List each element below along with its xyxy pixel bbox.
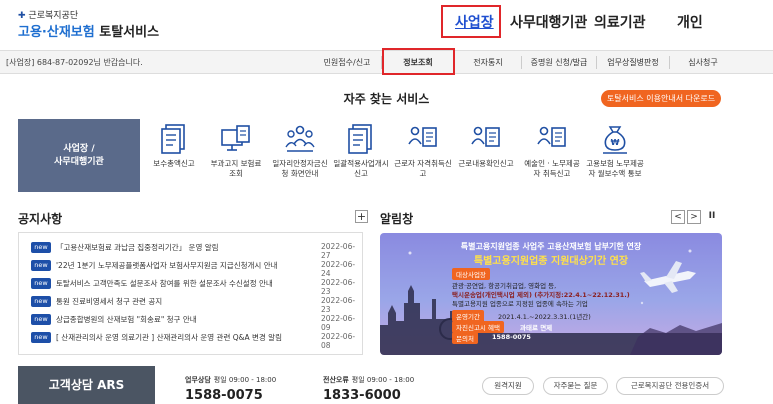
notice-row[interactable]: new 상급종합병원의 산재보험 "회송료" 청구 안내 2022-06-09 (31, 312, 361, 332)
notice-row[interactable]: new [ 산재관리의사 운영 의료기관 ] 산재관리의사 운영 관련 Q&A 변… (31, 330, 361, 350)
service-tile[interactable]: 근로내용확인신고 (455, 119, 517, 192)
service-tile[interactable]: ₩ 고용보험 노무제공자 월보수액 통보 (584, 119, 646, 192)
service-label: 고용보험 노무제공자 월보수액 통보 (586, 159, 644, 178)
subnav-certificate[interactable]: 증명원 신청/발급 (522, 57, 596, 68)
highlight-box-topnav (441, 5, 501, 38)
banner-inquiry-text: 1588-0075 (492, 333, 531, 341)
contact-2-number: 1833-6000 (323, 388, 401, 403)
new-badge: new (31, 260, 51, 271)
person-document-icon (455, 122, 517, 156)
money-bag-icon: ₩ (584, 122, 646, 156)
pause-icon[interactable]: II (705, 210, 719, 224)
notice-row[interactable]: new 토탈서비스 고객만족도 설문조사 참여를 위한 설문조사 수신설정 안내 2… (31, 276, 361, 296)
banner-headline-2: 특별고용지원업종 지원대상기간 연장 (473, 256, 629, 267)
service-label: 보수총액신고 (153, 159, 195, 168)
alarm-banner[interactable]: 특별고용지원업종 사업주 고용산재보험 납부기한 연장 특별고용지원업종 지원대… (380, 233, 722, 355)
banner-target-label: 대상사업장 (452, 268, 490, 280)
topnav-medical[interactable]: 의료기관 (594, 12, 646, 32)
contact-1-number: 1588-0075 (185, 388, 263, 403)
notice-title[interactable]: '22년 1분기 노무제공플랫폼사업자 보험사무지원금 지급신청개시 안내 (56, 260, 278, 271)
service-tile[interactable]: 보수총액신고 (143, 119, 205, 192)
notice-row[interactable]: new 통원 진료비영세서 청구 관련 공지 2022-06-23 (31, 294, 361, 314)
notice-title[interactable]: 상급종합병원의 산재보험 "회송료" 청구 안내 (56, 314, 197, 325)
service-tile[interactable]: 일자리안정자금신청 화면안내 (269, 119, 331, 192)
service-label: 근로내용확인신고 (458, 159, 514, 168)
notice-date: 2022-06-08 (321, 332, 356, 350)
notice-title[interactable]: 「고용산재보험료 과납금 집중정리기간」 운영 알림 (56, 242, 219, 253)
service-label: 일괄적용사업개시신고 (333, 159, 389, 178)
people-group-icon (269, 122, 331, 156)
notice-title[interactable]: 토탈서비스 고객만족도 설문조사 참여를 위한 설문조사 수신설정 안내 (56, 278, 273, 289)
next-arrow-icon[interactable]: > (687, 210, 701, 224)
banner-headline-1: 특별고용지원업종 사업주 고용산재보험 납부기한 연장 (460, 242, 642, 251)
ars-label: 고객상담 ARS (18, 366, 155, 404)
faq-button[interactable]: 자주묻는 질문 (543, 377, 608, 395)
notice-list: new 「고용산재보험료 과납금 집중정리기간」 운영 알림 2022-06-27 n… (18, 232, 363, 355)
subnav-disease-judgment[interactable]: 업무상질병판정 (597, 57, 669, 68)
notices-title: 공지사항 (18, 212, 63, 226)
banner-inquiry-label: 문의처 (452, 332, 478, 344)
remote-support-button[interactable]: 원격지원 (482, 377, 534, 395)
highlight-box-subnav (382, 48, 455, 75)
service-tile[interactable]: 부과고지 보험료 조회 (205, 119, 267, 192)
prev-arrow-icon[interactable]: < (671, 210, 685, 224)
banner-benefit-text: 과태료 면제 (520, 324, 553, 332)
banner-target-text-3: 특별고용지원 업종으로 지정된 업종에 속하는 기업 (452, 300, 588, 308)
contact-2-label: 전산오류 평일 09:00 - 18:00 (323, 376, 415, 384)
service-label: 예술인 · 노무제공자 취득신고 (524, 159, 580, 178)
monitor-document-icon (205, 122, 267, 156)
alarm-title: 알림창 (380, 212, 414, 226)
new-badge: new (31, 242, 51, 253)
subnav-e-notice[interactable]: 전자통지 (455, 57, 521, 68)
greeting-text: [사업장] 684-87-02092님 반갑습니다. (6, 58, 143, 67)
org-name: 근로복지공단 (28, 11, 79, 21)
notice-title[interactable]: 통원 진료비영세서 청구 관련 공지 (56, 296, 162, 307)
person-document-icon (392, 122, 454, 156)
notice-row[interactable]: new '22년 1분기 노무제공플랫폼사업자 보험사무지원금 지급신청개시 안내… (31, 258, 361, 278)
site-title[interactable]: 고용·산재보험 토탈서비스 (18, 21, 159, 40)
service-label: 일자리안정자금신청 화면안내 (272, 159, 328, 178)
notices-more-button[interactable]: + (355, 210, 368, 223)
svg-text:₩: ₩ (611, 138, 620, 147)
document-list-icon (330, 122, 392, 156)
logo-mark-icon: ✚ (18, 11, 26, 21)
guide-download-button[interactable]: 토탈서비스 이용안내서 다운로드 (601, 90, 721, 107)
banner-period-text: 2021.4.1.~2022.3.31.(1년간) (498, 313, 591, 321)
new-badge: new (31, 332, 51, 343)
service-tile[interactable]: 예술인 · 노무제공자 취득신고 (521, 119, 583, 192)
side-panel-business: 사업장 / 사무대행기관 (18, 119, 140, 192)
notice-title[interactable]: [ 산재관리의사 운영 의료기관 ] 산재관리의사 운영 관련 Q&A 변경 알… (56, 332, 282, 343)
org-logo[interactable]: ✚ 근로복지공단 (18, 8, 78, 21)
topnav-personal[interactable]: 개인 (677, 12, 703, 32)
new-badge: new (31, 278, 51, 289)
service-tile[interactable]: 근로자 자격취득신고 (392, 119, 454, 192)
new-badge: new (31, 296, 51, 307)
person-document-icon (521, 122, 583, 156)
service-label: 부과고지 보험료 조회 (210, 159, 262, 178)
notice-row[interactable]: new 「고용산재보험료 과납금 집중정리기간」 운영 알림 2022-06-27 (31, 240, 361, 260)
service-tile[interactable]: 일괄적용사업개시신고 (330, 119, 392, 192)
service-label: 근로자 자격취득신고 (394, 159, 452, 178)
document-list-icon (143, 122, 205, 156)
contact-1-label: 업무상담 평일 09:00 - 18:00 (185, 376, 277, 384)
certificate-button[interactable]: 근로복지공단 전용인증서 (616, 377, 724, 395)
new-badge: new (31, 314, 51, 325)
subnav-appeal[interactable]: 심사청구 (670, 57, 736, 68)
subnav-civil-report[interactable]: 민원접수/신고 (313, 57, 381, 68)
topnav-agency[interactable]: 사무대행기관 (510, 12, 587, 32)
